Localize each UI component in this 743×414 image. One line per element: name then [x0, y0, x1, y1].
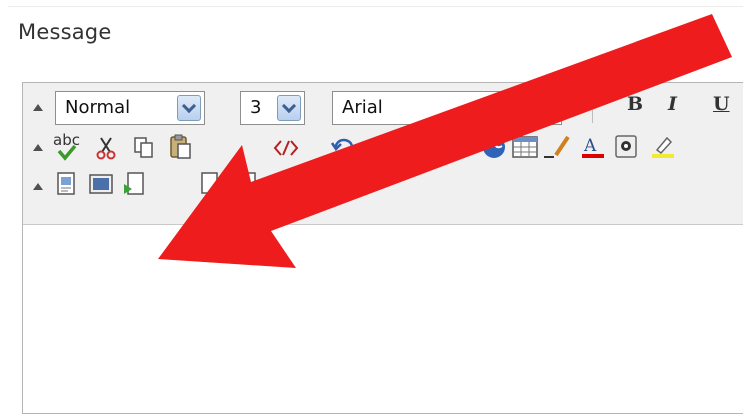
annotation-arrow-icon [158, 14, 732, 268]
annotation-arrow-shape [158, 14, 732, 268]
